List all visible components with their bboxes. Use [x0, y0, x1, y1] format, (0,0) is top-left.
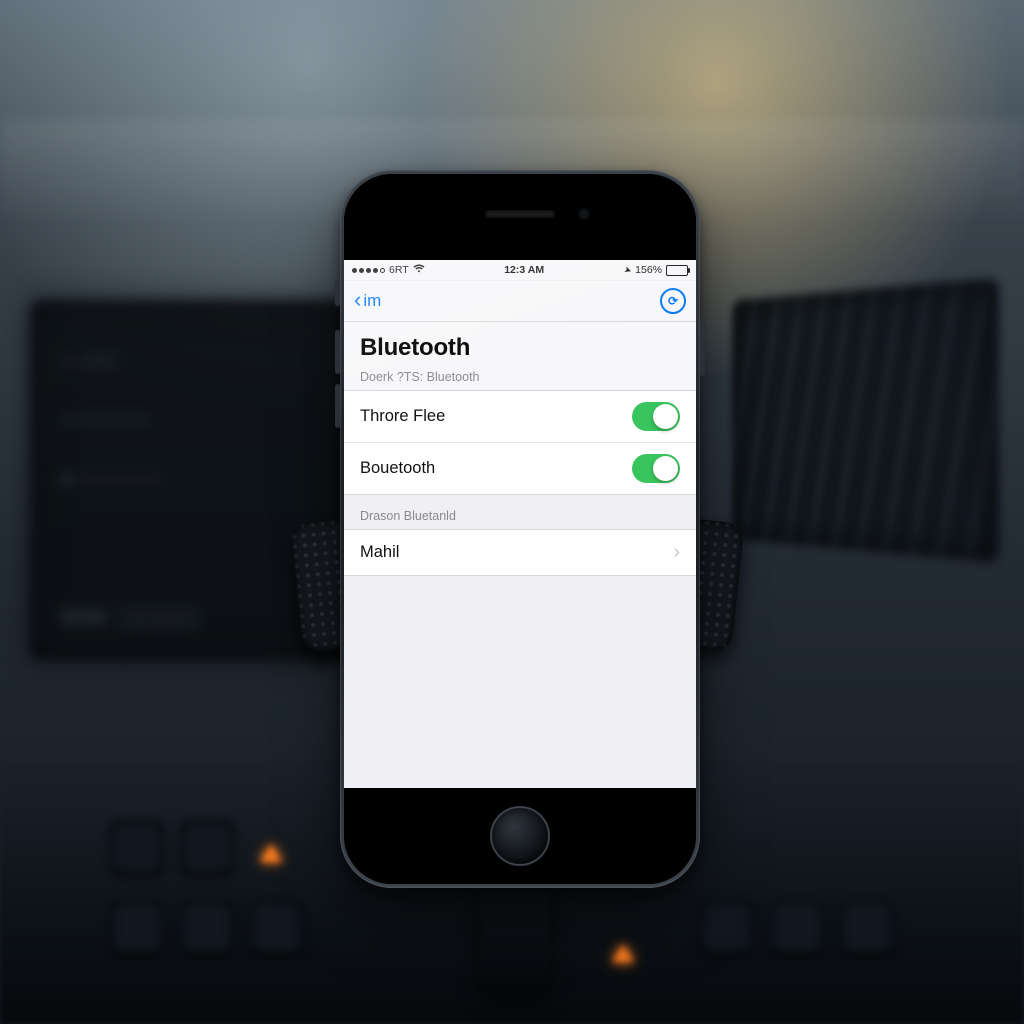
page-title: Bluetooth [360, 334, 680, 362]
devices-section-header: Drason Bluetanld [344, 495, 696, 529]
car-interior-background: ◇ ▢▢ ▢ ▢▢▢▢▢ ▥ ▢▢▢▢▢▢ SON ▢▢▢▢ [0, 0, 1024, 1024]
page-subtitle: Doerk ?TS: Bluetooth [360, 370, 680, 384]
iphone-device: 6RT 12:3 AM ➤ 156% ‹ [340, 170, 700, 888]
refresh-button[interactable]: ⟳ [660, 288, 686, 314]
phone-bezel-bottom [344, 788, 696, 884]
refresh-icon: ⟳ [668, 294, 678, 308]
toggle-switch[interactable] [632, 402, 680, 431]
devices-group: Mahil› [344, 529, 696, 576]
battery-icon [666, 265, 688, 276]
phone-screen: 6RT 12:3 AM ➤ 156% ‹ [344, 260, 696, 788]
mute-switch [335, 280, 340, 306]
cellular-signal-icon [352, 268, 385, 273]
carrier-label: 6RT [389, 264, 409, 276]
navigation-bar: ‹ im ⟳ [344, 281, 696, 322]
toggle-row: Bouetooth [344, 442, 696, 494]
air-vent [732, 277, 999, 562]
power-button [700, 320, 705, 376]
home-button[interactable] [490, 806, 550, 866]
back-button-label: im [363, 291, 381, 311]
toggle-row: Throre Flee [344, 391, 696, 442]
title-area: Bluetooth Doerk ?TS: Bluetooth [344, 322, 696, 390]
status-bar: 6RT 12:3 AM ➤ 156% [344, 260, 696, 281]
phone-bezel-top [344, 174, 696, 260]
empty-area [344, 576, 696, 788]
status-bar-clock: 12:3 AM [504, 264, 544, 276]
location-services-icon: ➤ [622, 264, 633, 277]
toggle-label: Throre Flee [360, 407, 632, 426]
device-label: Mahil [360, 543, 673, 562]
earpiece-speaker [485, 210, 555, 218]
volume-up-button [335, 330, 340, 374]
front-camera [578, 208, 590, 220]
device-row[interactable]: Mahil› [344, 530, 696, 575]
toggle-switch[interactable] [632, 454, 680, 483]
volume-down-button [335, 384, 340, 428]
wifi-icon [413, 264, 425, 276]
chevron-right-icon: › [673, 541, 680, 564]
back-button[interactable]: ‹ im [354, 291, 381, 311]
toggle-label: Bouetooth [360, 459, 632, 478]
toggles-group: Throre Flee Bouetooth [344, 390, 696, 495]
battery-percentage: 156% [635, 264, 662, 276]
